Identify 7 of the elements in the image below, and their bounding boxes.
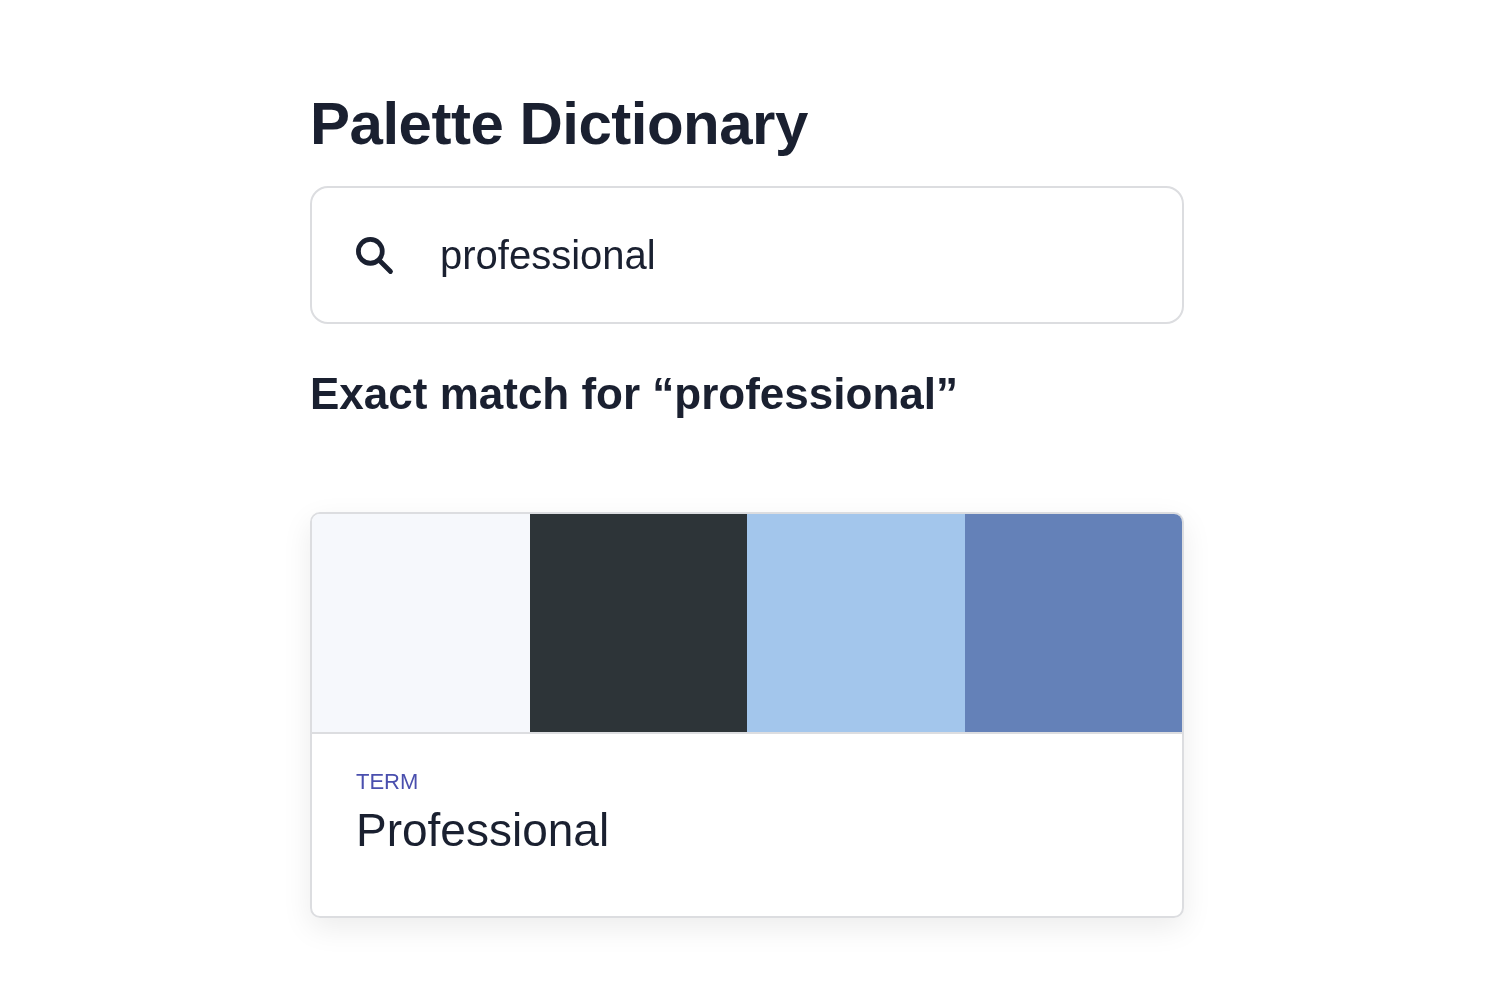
search-input[interactable]: professional bbox=[440, 225, 1142, 285]
term-name: Professional bbox=[356, 803, 610, 858]
search-field[interactable]: professional bbox=[310, 186, 1184, 324]
page-title: Palette Dictionary bbox=[310, 89, 809, 159]
term-label: TERM bbox=[356, 768, 419, 796]
results-heading: Exact match for “professional” bbox=[310, 368, 959, 420]
palette-card[interactable]: TERM Professional bbox=[310, 512, 1184, 918]
